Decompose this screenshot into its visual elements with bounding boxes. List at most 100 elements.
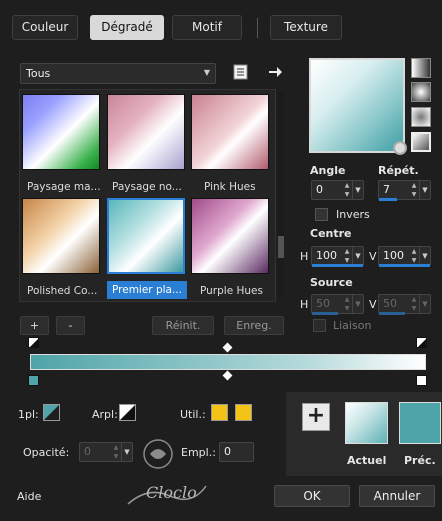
spin-arrows-icon[interactable]: ▲ ▼ (342, 295, 352, 313)
linear-style-button[interactable] (411, 58, 431, 78)
user-color-swatch-2[interactable] (235, 404, 252, 421)
center-h-label: H (300, 250, 309, 263)
source-v-label: V (369, 298, 377, 311)
add-to-library-icon[interactable]: + (302, 403, 330, 431)
tab-motif[interactable]: Motif (172, 15, 242, 40)
center-v-label: V (369, 250, 377, 263)
opacity-label: Opacité: (23, 446, 70, 459)
chevron-down-icon[interactable]: ▼ (352, 295, 363, 313)
gradient-thumb-paysage-no[interactable] (107, 94, 185, 170)
category-select-value: Tous (26, 67, 51, 80)
background-plane-label: Arpl: (92, 408, 118, 421)
chevron-down-icon[interactable]: ▼ (419, 295, 430, 313)
gradient-name: Paysage ma... (27, 181, 101, 193)
color-stop-right[interactable] (416, 375, 427, 386)
location-value: 0 (224, 445, 231, 458)
spin-arrows-icon[interactable]: ▲ ▼ (409, 247, 419, 265)
repeat-value: 7 (383, 183, 390, 196)
link-label: Liaison (333, 319, 372, 332)
gradient-name: Polished Co... (27, 285, 98, 297)
center-h-field[interactable]: 100 ▲ ▼ ▼ (311, 246, 364, 266)
chevron-down-icon[interactable]: ▼ (352, 247, 363, 265)
chevron-down-icon[interactable]: ▼ (419, 247, 430, 265)
center-label: Centre (310, 227, 352, 240)
watermark-text: Cloclo (146, 483, 197, 502)
opacity-midpoint[interactable] (222, 342, 233, 353)
repeat-label: Répét. (378, 164, 419, 177)
user-color-swatch[interactable] (211, 404, 228, 421)
first-plane-label: 1pl: (18, 408, 39, 421)
repeat-slider-fill (379, 198, 397, 201)
link-checkbox[interactable] (313, 319, 326, 332)
gradient-name: Premier pla... (112, 284, 182, 296)
reset-button[interactable]: Réinit. (152, 316, 214, 335)
chevron-down-icon[interactable]: ▼ (419, 181, 430, 199)
chevron-down-icon[interactable]: ▼ (352, 181, 363, 199)
source-h-value: 50 (316, 297, 330, 310)
gradient-name: Pink Hues (204, 181, 256, 193)
spin-arrows-icon[interactable]: ▲ ▼ (409, 181, 419, 199)
previous-label: Préc. (404, 454, 436, 467)
radial-style-button[interactable] (411, 82, 431, 102)
angle-field[interactable]: 0 ▲ ▼ ▼ (311, 180, 364, 200)
source-v-value: 50 (383, 297, 397, 310)
help-link[interactable]: Aide (17, 490, 41, 503)
opacity-stop-right[interactable] (416, 337, 427, 348)
opacity-stop-left[interactable] (28, 337, 39, 348)
remove-gradient-button[interactable]: - (56, 316, 85, 335)
center-h-slider-fill (312, 264, 363, 267)
gradient-thumb-purple-hues[interactable] (191, 198, 269, 274)
gradient-preview[interactable] (309, 58, 405, 153)
arrow-right-icon[interactable] (267, 64, 283, 80)
color-stop-left[interactable] (28, 375, 39, 386)
center-h-value: 100 (316, 249, 337, 262)
current-swatch[interactable] (345, 402, 388, 444)
tab-separator (257, 18, 258, 38)
gradient-thumb-paysage-ma[interactable] (22, 94, 100, 170)
category-select[interactable]: Tous ▼ (20, 63, 216, 84)
add-gradient-button[interactable]: + (20, 316, 49, 335)
save-button[interactable]: Enreg. (224, 316, 284, 335)
library-scrollbar-thumb[interactable] (278, 236, 284, 258)
repeat-field[interactable]: 7 ▲ ▼ ▼ (378, 180, 431, 200)
chevron-down-icon: ▼ (203, 68, 210, 77)
tab-texture[interactable]: Texture (270, 15, 342, 40)
previous-swatch[interactable] (399, 402, 441, 444)
opacity-value: 0 (84, 445, 91, 458)
ok-button[interactable]: OK (274, 485, 350, 507)
current-label: Actuel (347, 454, 387, 467)
spin-arrows-icon[interactable]: ▲ ▼ (342, 181, 352, 199)
source-h-field[interactable]: 50 ▲ ▼ ▼ (311, 294, 364, 314)
source-h-label: H (300, 298, 309, 311)
cancel-button[interactable]: Annuler (359, 485, 435, 507)
user-color-label: Util.: (180, 408, 206, 421)
gradient-bar[interactable] (30, 354, 426, 370)
invert-checkbox[interactable] (315, 208, 328, 221)
tab-couleur[interactable]: Couleur (12, 15, 78, 40)
spin-arrows-icon[interactable]: ▲ ▼ (342, 247, 352, 265)
gradient-thumb-premier-pla[interactable] (107, 198, 185, 274)
tab-degrade[interactable]: Dégradé (90, 15, 164, 40)
source-h-slider-fill (312, 312, 338, 315)
source-v-field[interactable]: 50 ▲ ▼ ▼ (378, 294, 431, 314)
preview-handle[interactable] (393, 141, 407, 155)
rectangular-style-button[interactable] (411, 107, 431, 127)
spin-arrows-icon[interactable]: ▲ ▼ (409, 295, 419, 313)
gradient-name: Paysage no... (112, 181, 182, 193)
source-label: Source (310, 276, 353, 289)
background-plane-swatch[interactable] (119, 404, 136, 421)
gradient-thumb-polished-co[interactable] (22, 198, 100, 274)
first-plane-swatch[interactable] (43, 404, 60, 421)
center-v-field[interactable]: 100 ▲ ▼ ▼ (378, 246, 431, 266)
angle-value: 0 (316, 183, 323, 196)
library-scrollbar-track[interactable] (278, 92, 284, 298)
source-v-slider-fill (379, 312, 405, 315)
gradient-thumb-pink-hues[interactable] (191, 94, 269, 170)
angle-label: Angle (310, 164, 346, 177)
center-v-slider-fill (379, 264, 430, 267)
sunburst-style-button[interactable] (411, 132, 431, 152)
document-icon[interactable] (233, 64, 248, 80)
color-midpoint[interactable] (222, 370, 233, 381)
invert-label: Invers (336, 208, 370, 221)
location-field[interactable]: 0 (219, 442, 254, 462)
